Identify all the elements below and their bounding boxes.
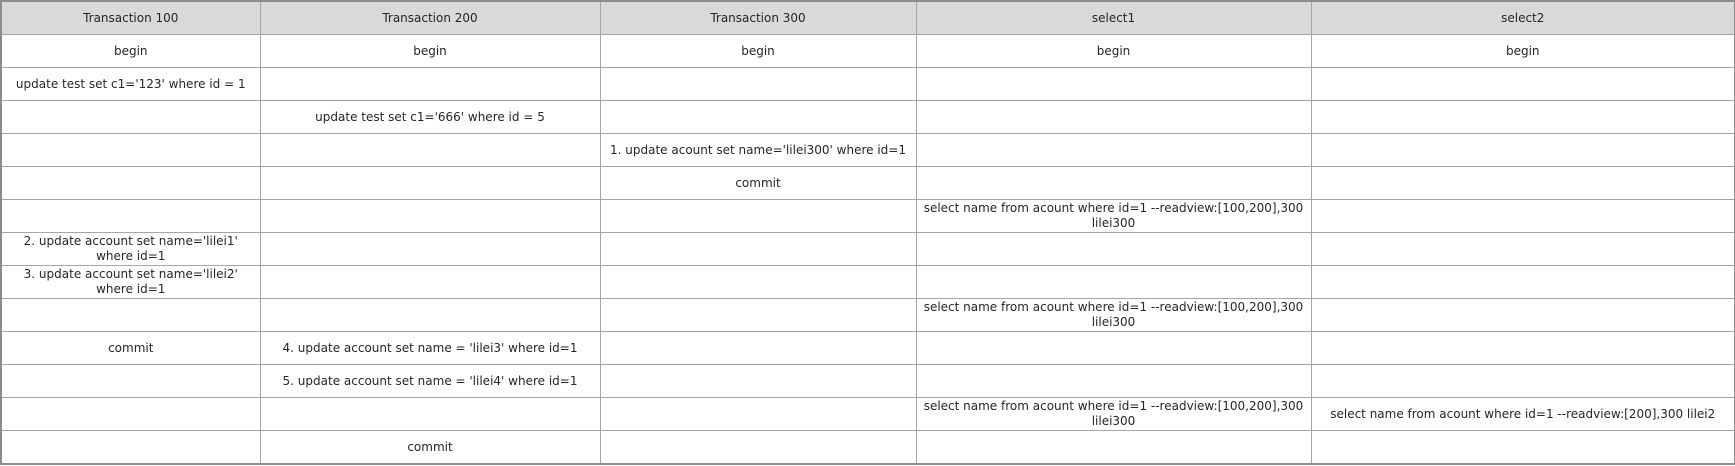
cell-transaction-300[interactable]: commit: [599, 166, 917, 200]
table-row: 1. update acount set name='lilei300' whe…: [0, 133, 1735, 167]
cell-select2[interactable]: [1310, 331, 1735, 365]
cell-select2[interactable]: [1310, 67, 1735, 101]
header-transaction-200[interactable]: Transaction 200: [259, 0, 601, 35]
cell-transaction-200[interactable]: [259, 265, 601, 299]
cell-select1[interactable]: [915, 430, 1312, 465]
header-select1[interactable]: select1: [915, 0, 1312, 35]
table-row: commit: [0, 430, 1735, 465]
cell-transaction-100[interactable]: [0, 166, 261, 200]
table-row: commit 4. update account set name = 'lile…: [0, 331, 1735, 365]
cell-transaction-100[interactable]: [0, 364, 261, 398]
cell-select2[interactable]: [1310, 430, 1735, 465]
cell-transaction-300[interactable]: [599, 298, 917, 332]
cell-select1[interactable]: [915, 331, 1312, 365]
cell-transaction-200[interactable]: [259, 133, 601, 167]
cell-transaction-200[interactable]: [259, 397, 601, 431]
cell-transaction-300[interactable]: [599, 100, 917, 134]
table-row: 5. update account set name = 'lilei4' wh…: [0, 364, 1735, 398]
cell-select2[interactable]: [1310, 232, 1735, 266]
cell-select1[interactable]: select name from acount where id=1 --rea…: [915, 199, 1312, 233]
cell-transaction-200[interactable]: [259, 232, 601, 266]
cell-transaction-100[interactable]: [0, 133, 261, 167]
cell-transaction-200[interactable]: begin: [259, 34, 601, 68]
cell-select2[interactable]: begin: [1310, 34, 1735, 68]
cell-select2[interactable]: select name from acount where id=1 --rea…: [1310, 397, 1735, 431]
cell-select1[interactable]: select name from acount where id=1 --rea…: [915, 397, 1312, 431]
cell-select1[interactable]: [915, 133, 1312, 167]
header-transaction-100[interactable]: Transaction 100: [0, 0, 261, 35]
cell-transaction-100[interactable]: update test set c1='123' where id = 1: [0, 67, 261, 101]
header-transaction-300[interactable]: Transaction 300: [599, 0, 917, 35]
cell-transaction-300[interactable]: [599, 430, 917, 465]
cell-transaction-300[interactable]: begin: [599, 34, 917, 68]
table-row: select name from acount where id=1 --rea…: [0, 298, 1735, 332]
table-body: begin begin begin begin begin update test set…: [0, 34, 1735, 465]
cell-transaction-200[interactable]: 4. update account set name = 'lilei3' wh…: [259, 331, 601, 365]
cell-select2[interactable]: [1310, 166, 1735, 200]
cell-transaction-100[interactable]: [0, 199, 261, 233]
cell-transaction-100[interactable]: commit: [0, 331, 261, 365]
transaction-table: Transaction 100 Transaction 200 Transact…: [0, 0, 1735, 465]
cell-transaction-200[interactable]: [259, 166, 601, 200]
cell-select2[interactable]: [1310, 199, 1735, 233]
table-row: select name from acount where id=1 --rea…: [0, 199, 1735, 233]
cell-select1[interactable]: [915, 100, 1312, 134]
cell-transaction-100[interactable]: [0, 397, 261, 431]
cell-select1[interactable]: [915, 364, 1312, 398]
table-row: update test set c1='666' where id = 5: [0, 100, 1735, 134]
cell-transaction-100[interactable]: [0, 100, 261, 134]
cell-transaction-100[interactable]: 3. update account set name='lilei2' wher…: [0, 265, 261, 299]
cell-select1[interactable]: select name from acount where id=1 --rea…: [915, 298, 1312, 332]
header-select2[interactable]: select2: [1310, 0, 1735, 35]
table-row: 3. update account set name='lilei2' wher…: [0, 265, 1735, 299]
cell-transaction-100[interactable]: begin: [0, 34, 261, 68]
cell-transaction-300[interactable]: 1. update acount set name='lilei300' whe…: [599, 133, 917, 167]
cell-transaction-300[interactable]: [599, 199, 917, 233]
cell-transaction-100[interactable]: [0, 430, 261, 465]
table-row: select name from acount where id=1 --rea…: [0, 397, 1735, 431]
header-row: Transaction 100 Transaction 200 Transact…: [0, 0, 1735, 35]
cell-select1[interactable]: [915, 232, 1312, 266]
cell-select1[interactable]: [915, 265, 1312, 299]
cell-select1[interactable]: begin: [915, 34, 1312, 68]
cell-select2[interactable]: [1310, 100, 1735, 134]
cell-transaction-200[interactable]: [259, 199, 601, 233]
cell-transaction-300[interactable]: [599, 67, 917, 101]
cell-select1[interactable]: [915, 166, 1312, 200]
cell-transaction-300[interactable]: [599, 364, 917, 398]
cell-select2[interactable]: [1310, 364, 1735, 398]
table-row: 2. update account set name='lilei1' wher…: [0, 232, 1735, 266]
cell-select2[interactable]: [1310, 298, 1735, 332]
cell-transaction-200[interactable]: update test set c1='666' where id = 5: [259, 100, 601, 134]
cell-select1[interactable]: [915, 67, 1312, 101]
cell-select2[interactable]: [1310, 265, 1735, 299]
table-row: update test set c1='123' where id = 1: [0, 67, 1735, 101]
table-row: begin begin begin begin begin: [0, 34, 1735, 68]
cell-transaction-200[interactable]: [259, 298, 601, 332]
cell-transaction-200[interactable]: [259, 67, 601, 101]
cell-transaction-200[interactable]: commit: [259, 430, 601, 465]
cell-select2[interactable]: [1310, 133, 1735, 167]
cell-transaction-100[interactable]: [0, 298, 261, 332]
table-row: commit: [0, 166, 1735, 200]
cell-transaction-300[interactable]: [599, 265, 917, 299]
cell-transaction-200[interactable]: 5. update account set name = 'lilei4' wh…: [259, 364, 601, 398]
cell-transaction-300[interactable]: [599, 331, 917, 365]
cell-transaction-300[interactable]: [599, 232, 917, 266]
cell-transaction-300[interactable]: [599, 397, 917, 431]
cell-transaction-100[interactable]: 2. update account set name='lilei1' wher…: [0, 232, 261, 266]
